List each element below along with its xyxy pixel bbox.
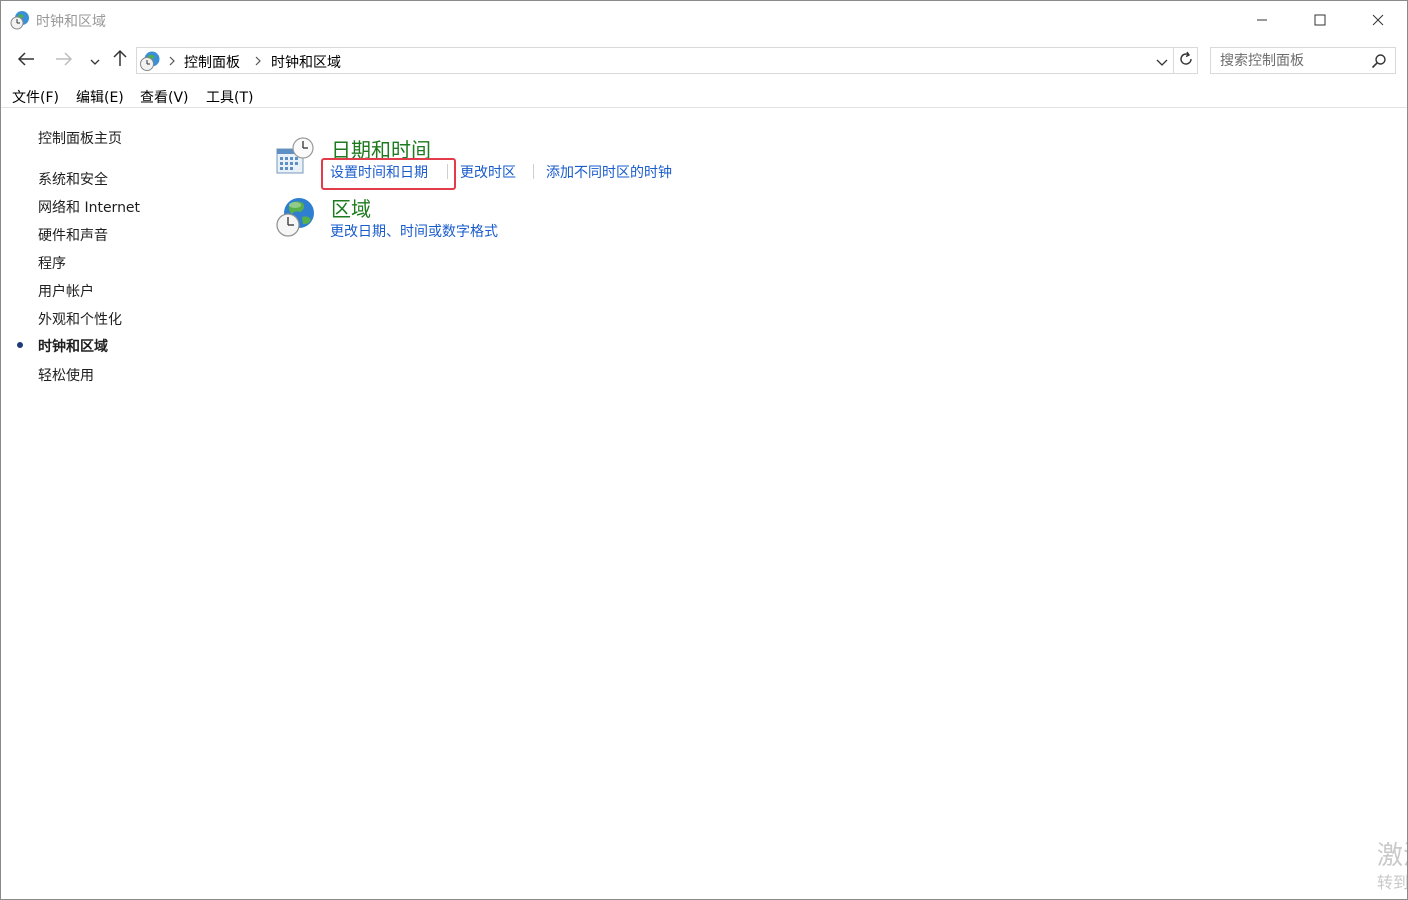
search-box[interactable] bbox=[1210, 47, 1396, 74]
highlight-box bbox=[321, 158, 456, 190]
sidebar-item-ease-of-access[interactable]: 轻松使用 bbox=[38, 365, 94, 385]
breadcrumb-clock-region[interactable]: 时钟和区域 bbox=[271, 52, 341, 72]
link-separator bbox=[533, 164, 534, 179]
menu-edit[interactable]: 编辑(E) bbox=[76, 87, 124, 107]
forward-button[interactable] bbox=[51, 45, 77, 75]
clock-globe-icon bbox=[10, 10, 30, 30]
sidebar-item-hardware-sound[interactable]: 硬件和声音 bbox=[38, 225, 108, 245]
refresh-button[interactable] bbox=[1174, 47, 1198, 74]
activation-watermark-subtitle: 转到 bbox=[1377, 873, 1408, 892]
chevron-down-icon bbox=[1156, 52, 1168, 71]
menu-bar: 文件(F) 编辑(E) 查看(V) 工具(T) bbox=[1, 85, 1407, 108]
close-button[interactable] bbox=[1349, 1, 1407, 39]
sidebar-item-control-panel-home[interactable]: 控制面板主页 bbox=[38, 128, 122, 148]
close-icon bbox=[1372, 11, 1384, 30]
chevron-down-icon bbox=[90, 51, 100, 70]
calendar-clock-icon[interactable] bbox=[275, 135, 315, 177]
globe-clock-icon[interactable] bbox=[275, 195, 315, 237]
sidebar-item-user-accounts[interactable]: 用户帐户 bbox=[38, 281, 94, 301]
category-title-region[interactable]: 区域 bbox=[331, 193, 371, 222]
navigation-bar: 控制面板 时钟和区域 bbox=[1, 45, 1407, 75]
search-input[interactable] bbox=[1211, 48, 1367, 73]
maximize-icon bbox=[1314, 11, 1326, 30]
window-title: 时钟和区域 bbox=[36, 14, 106, 30]
address-dropdown-button[interactable] bbox=[1153, 51, 1171, 71]
sidebar-item-system-security[interactable]: 系统和安全 bbox=[38, 169, 108, 189]
chevron-right-icon[interactable] bbox=[252, 53, 264, 69]
arrow-up-icon bbox=[113, 49, 127, 71]
chevron-right-icon[interactable] bbox=[166, 53, 178, 69]
arrow-left-icon bbox=[17, 51, 35, 70]
breadcrumb-control-panel[interactable]: 控制面板 bbox=[184, 52, 240, 72]
maximize-button[interactable] bbox=[1291, 1, 1349, 39]
link-change-formats[interactable]: 更改日期、时间或数字格式 bbox=[330, 221, 498, 241]
menu-file[interactable]: 文件(F) bbox=[12, 87, 59, 107]
link-change-time-zone[interactable]: 更改时区 bbox=[460, 162, 516, 182]
title-bar: 时钟和区域 bbox=[1, 1, 1407, 39]
up-button[interactable] bbox=[109, 45, 131, 75]
sidebar-item-network-internet[interactable]: 网络和 Internet bbox=[38, 197, 140, 217]
back-button[interactable] bbox=[13, 45, 39, 75]
minimize-icon bbox=[1256, 11, 1268, 30]
sidebar-item-appearance[interactable]: 外观和个性化 bbox=[38, 309, 122, 329]
search-icon[interactable] bbox=[1371, 53, 1387, 69]
minimize-button[interactable] bbox=[1233, 1, 1291, 39]
recent-locations-button[interactable] bbox=[87, 45, 103, 75]
activation-watermark-title: 激活 bbox=[1377, 841, 1407, 871]
refresh-icon bbox=[1178, 51, 1194, 71]
sidebar-item-clock-region[interactable]: 时钟和区域 bbox=[38, 336, 108, 356]
link-add-clocks[interactable]: 添加不同时区的时钟 bbox=[546, 162, 672, 182]
active-item-bullet bbox=[17, 342, 23, 348]
arrow-right-icon bbox=[55, 51, 73, 70]
address-bar[interactable]: 控制面板 时钟和区域 bbox=[136, 47, 1174, 74]
sidebar-item-programs[interactable]: 程序 bbox=[38, 253, 66, 273]
clock-globe-icon bbox=[139, 50, 161, 72]
menu-tools[interactable]: 工具(T) bbox=[206, 87, 253, 107]
menu-view[interactable]: 查看(V) bbox=[140, 87, 189, 107]
control-panel-window: 时钟和区域 控制面板 时钟和区域 搜索控制面板 文件(F) 编辑(E) 查看(V… bbox=[0, 0, 1408, 900]
